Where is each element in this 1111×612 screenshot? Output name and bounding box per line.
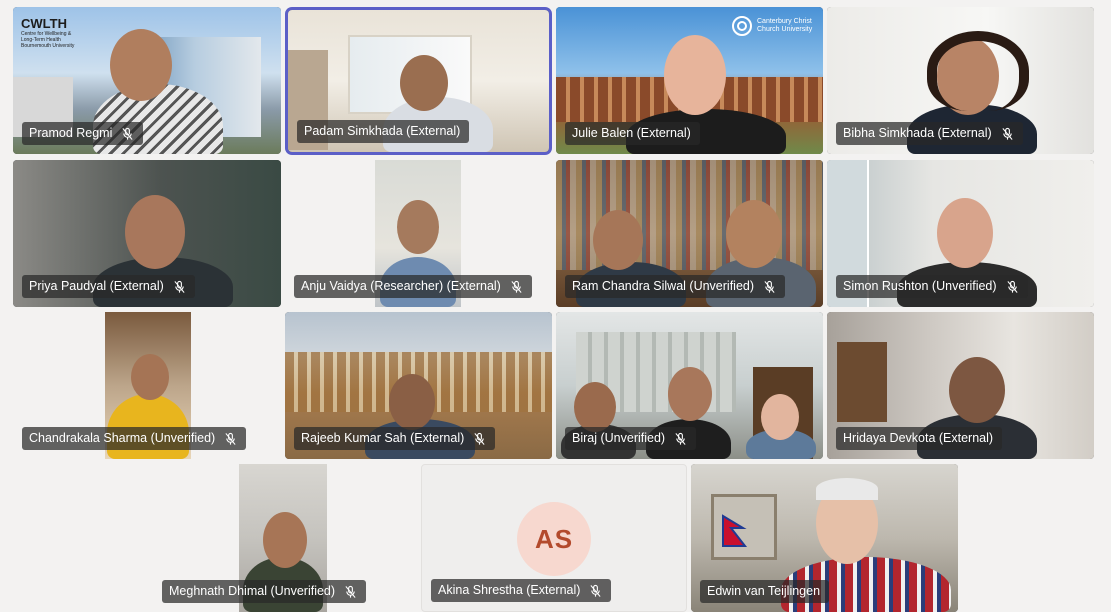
video-tile-akina-shrestha[interactable]: AS Akina Shrestha (External) [421,464,687,612]
canterbury-logo: Canterbury Christ Church University [731,15,813,37]
participant-name-label: Akina Shrestha (External) [431,579,612,602]
mic-muted-icon [1002,127,1013,140]
mic-muted-icon [345,585,356,598]
participant-name-label: Pramod Regmi [22,122,144,145]
participant-name-label: Julie Balen (External) [565,122,700,145]
participant-name-label: Padam Simkhada (External) [297,120,470,143]
video-tile-biraj[interactable]: Biraj (Unverified) [556,312,823,459]
mic-muted-icon [225,432,236,445]
nepal-flag-icon [722,514,748,547]
video-tile-edwin-van-teijlingen[interactable]: Edwin van Teijlingen [691,464,958,612]
participant-name-label: Meghnath Dhimal (Unverified) [162,580,367,603]
video-tile-bibha-simkhada[interactable]: Bibha Simkhada (External) [827,7,1094,154]
video-tile-rajeeb-kumar-sah[interactable]: Rajeeb Kumar Sah (External) [285,312,552,459]
participant-name-label: Bibha Simkhada (External) [836,122,1023,145]
participant-name-label: Ram Chandra Silwal (Unverified) [565,275,786,298]
avatar: AS [517,502,591,576]
canterbury-logo-icon [732,16,752,36]
mic-muted-icon [511,280,522,293]
mic-muted-icon [122,127,133,140]
participant-name-label: Edwin van Teijlingen [700,580,830,603]
video-tile-hridaya-devkota[interactable]: Hridaya Devkota (External) [827,312,1094,459]
video-tile-pramod-regmi[interactable]: CWLTH Centre for Wellbeing & Long-Term H… [13,7,281,154]
video-tile-priya-paudyal[interactable]: Priya Paudyal (External) [13,160,281,307]
participant-name-label: Chandrakala Sharma (Unverified) [22,427,247,450]
mic-muted-icon [590,584,602,597]
video-tile-meghnath-dhimal[interactable]: Meghnath Dhimal (Unverified) [153,464,413,612]
video-tile-simon-rushton[interactable]: Simon Rushton (Unverified) [827,160,1094,307]
video-tile-chandrakala-sharma[interactable]: Chandrakala Sharma (Unverified) [13,312,281,459]
video-tile-julie-balen[interactable]: Canterbury Christ Church University Juli… [556,7,823,154]
video-tile-ram-chandra-silwal[interactable]: Ram Chandra Silwal (Unverified) [556,160,823,307]
mic-muted-icon [474,432,485,445]
participant-name-label: Biraj (Unverified) [565,427,697,450]
participant-name-label: Hridaya Devkota (External) [836,427,1003,450]
video-tile-padam-simkhada[interactable]: Padam Simkhada (External) [288,10,549,152]
mic-muted-icon [174,280,185,293]
participant-name-label: Anju Vaidya (Researcher) (External) [294,275,532,298]
participant-name-label: Rajeeb Kumar Sah (External) [294,427,496,450]
video-tile-anju-vaidya[interactable]: Anju Vaidya (Researcher) (External) [285,160,552,307]
mic-muted-icon [764,280,775,293]
cwlth-logo: CWLTH Centre for Wellbeing & Long-Term H… [21,16,75,49]
participant-name-label: Priya Paudyal (External) [22,275,195,298]
mic-muted-icon [675,432,686,445]
participant-name-label: Simon Rushton (Unverified) [836,275,1028,298]
mic-muted-icon [1006,280,1018,293]
